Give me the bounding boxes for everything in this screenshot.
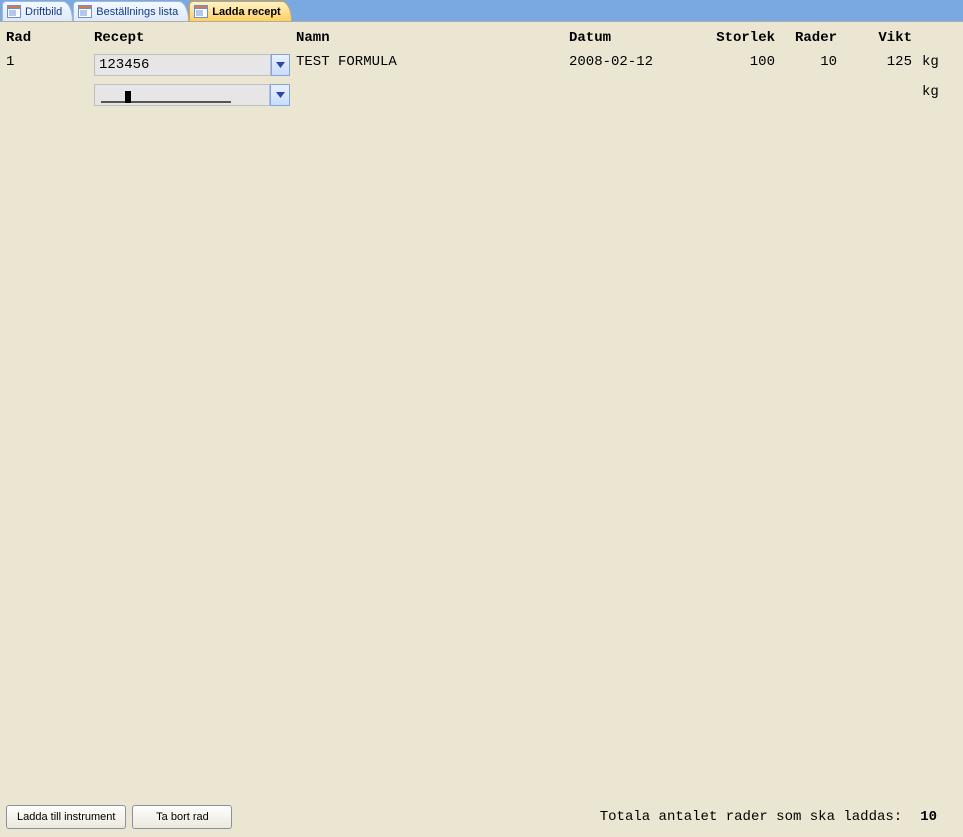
col-recept: Recept (94, 30, 290, 46)
footer-bar: Ladda till instrument Ta bort rad Totala… (0, 803, 963, 837)
recept-preview-icon (94, 84, 270, 106)
cell-storlek: 100 (700, 54, 775, 70)
tab-driftbild[interactable]: Driftbild (2, 1, 73, 21)
tab-label: Driftbild (25, 6, 62, 18)
tab-label: Ladda recept (212, 6, 280, 18)
tab-ladda-recept[interactable]: Ladda recept (189, 1, 291, 21)
recept-combo[interactable] (94, 54, 290, 76)
chevron-down-icon[interactable] (270, 84, 290, 106)
col-datum: Datum (569, 30, 689, 46)
table-row: kg (0, 84, 963, 106)
cell-rad: 1 (6, 54, 86, 70)
col-rad: Rad (6, 30, 86, 46)
col-vikt: Vikt (862, 30, 912, 46)
cell-rader: 10 (782, 54, 837, 70)
recept-combo[interactable] (94, 84, 290, 106)
form-icon (7, 5, 21, 18)
chevron-down-icon[interactable] (271, 54, 290, 76)
content-area: Rad Recept Namn Datum Storlek Rader Vikt… (0, 22, 963, 803)
tab-strip: Driftbild Beställnings lista Ladda recep… (0, 0, 963, 22)
recept-input[interactable] (94, 54, 271, 76)
table-row: 1 TEST FORMULA 2008-02-12 100 10 125 kg (0, 54, 963, 76)
cell-datum: 2008-02-12 (569, 54, 689, 70)
load-to-instrument-button[interactable]: Ladda till instrument (6, 805, 126, 829)
col-rader: Rader (782, 30, 837, 46)
cell-namn: TEST FORMULA (296, 54, 556, 70)
total-rows-value: 10 (920, 809, 937, 825)
column-headers: Rad Recept Namn Datum Storlek Rader Vikt (0, 30, 963, 52)
col-storlek: Storlek (700, 30, 775, 46)
tab-label: Beställnings lista (96, 6, 178, 18)
cell-vikt: 125 (862, 54, 912, 70)
col-namn: Namn (296, 30, 556, 46)
cell-unit: kg (922, 54, 952, 70)
tab-bestallnings-lista[interactable]: Beställnings lista (73, 1, 189, 21)
cell-unit: kg (922, 84, 952, 100)
delete-row-button[interactable]: Ta bort rad (132, 805, 232, 829)
form-icon (194, 5, 208, 18)
form-icon (78, 5, 92, 18)
total-rows-label: Totala antalet rader som ska laddas: (600, 809, 902, 825)
